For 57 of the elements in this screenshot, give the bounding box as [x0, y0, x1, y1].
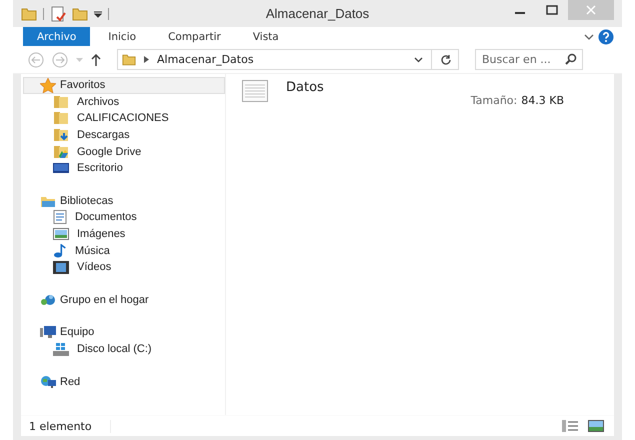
- folder-icon: [53, 111, 69, 126]
- size-value: 84.3 KB: [521, 94, 564, 107]
- music-note-icon: [53, 244, 67, 258]
- network-icon: [40, 374, 56, 389]
- chevron-icon[interactable]: [584, 34, 594, 40]
- item-count: 1 elemento: [29, 420, 111, 432]
- nav-item[interactable]: Red: [23, 373, 225, 390]
- dropdown-icon[interactable]: [414, 56, 423, 62]
- nav-item[interactable]: Documentos: [23, 209, 225, 226]
- nav-item[interactable]: Equipo: [23, 324, 225, 341]
- ribbon-tab[interactable]: Inicio: [94, 27, 150, 46]
- path-segment[interactable]: Almacenar_Datos: [157, 53, 254, 66]
- breadcrumb-arrow-icon[interactable]: [144, 56, 149, 63]
- file-name[interactable]: Datos: [286, 80, 324, 95]
- document-icon: [53, 210, 67, 224]
- image-icon: [53, 228, 69, 240]
- nav-item[interactable]: Archivos: [23, 94, 225, 110]
- window-title: Almacenar_Datos: [266, 6, 370, 21]
- nav-item[interactable]: Escritorio: [23, 160, 225, 177]
- size-label: Tamaño:: [470, 94, 518, 107]
- star-icon: [40, 78, 56, 93]
- up-icon[interactable]: [91, 54, 101, 66]
- maximize-icon: [546, 5, 558, 15]
- nav-item[interactable]: Google Drive: [23, 143, 225, 160]
- help-icon[interactable]: [598, 28, 614, 44]
- dropdown-icon[interactable]: [94, 10, 102, 18]
- ribbon-tab[interactable]: Archivo: [23, 27, 90, 46]
- drive-folder-icon: [53, 144, 69, 159]
- properties-icon[interactable]: [50, 6, 66, 22]
- ribbon-tab[interactable]: Compartir: [154, 27, 235, 46]
- nav-item[interactable]: Favoritos: [23, 77, 225, 94]
- desktop-icon: [53, 162, 69, 174]
- search-icon[interactable]: [565, 53, 577, 65]
- nav-item[interactable]: Vídeos: [23, 258, 225, 276]
- minimize-icon: [515, 12, 525, 14]
- folder-icon: [122, 53, 136, 66]
- ribbon-tab[interactable]: Vista: [238, 27, 293, 46]
- details-view-icon[interactable]: [562, 420, 578, 432]
- search-field[interactable]: Buscar en ...: [475, 49, 583, 70]
- text-file-icon: [242, 80, 268, 102]
- homegroup-icon: [40, 292, 56, 307]
- nav-item[interactable]: Imágenes: [23, 226, 225, 242]
- close-icon: [586, 5, 596, 15]
- download-folder-icon: [53, 128, 69, 142]
- nav-item[interactable]: Grupo en el hogar: [23, 292, 225, 308]
- drive-icon: [53, 342, 69, 356]
- nav-item[interactable]: Descargas: [23, 126, 225, 144]
- address-bar[interactable]: Almacenar_Datos: [117, 49, 459, 70]
- nav-item[interactable]: Bibliotecas: [23, 192, 225, 210]
- folder-icon: [53, 94, 69, 109]
- computer-icon: [40, 325, 56, 340]
- thumbnail-view-icon[interactable]: [588, 420, 604, 432]
- film-icon: [53, 260, 69, 274]
- nav-item[interactable]: Disco local (C:): [23, 340, 225, 358]
- nav-item[interactable]: Música: [23, 242, 225, 259]
- nav-item[interactable]: CALIFICACIONES: [23, 110, 225, 127]
- refresh-icon[interactable]: [440, 54, 452, 66]
